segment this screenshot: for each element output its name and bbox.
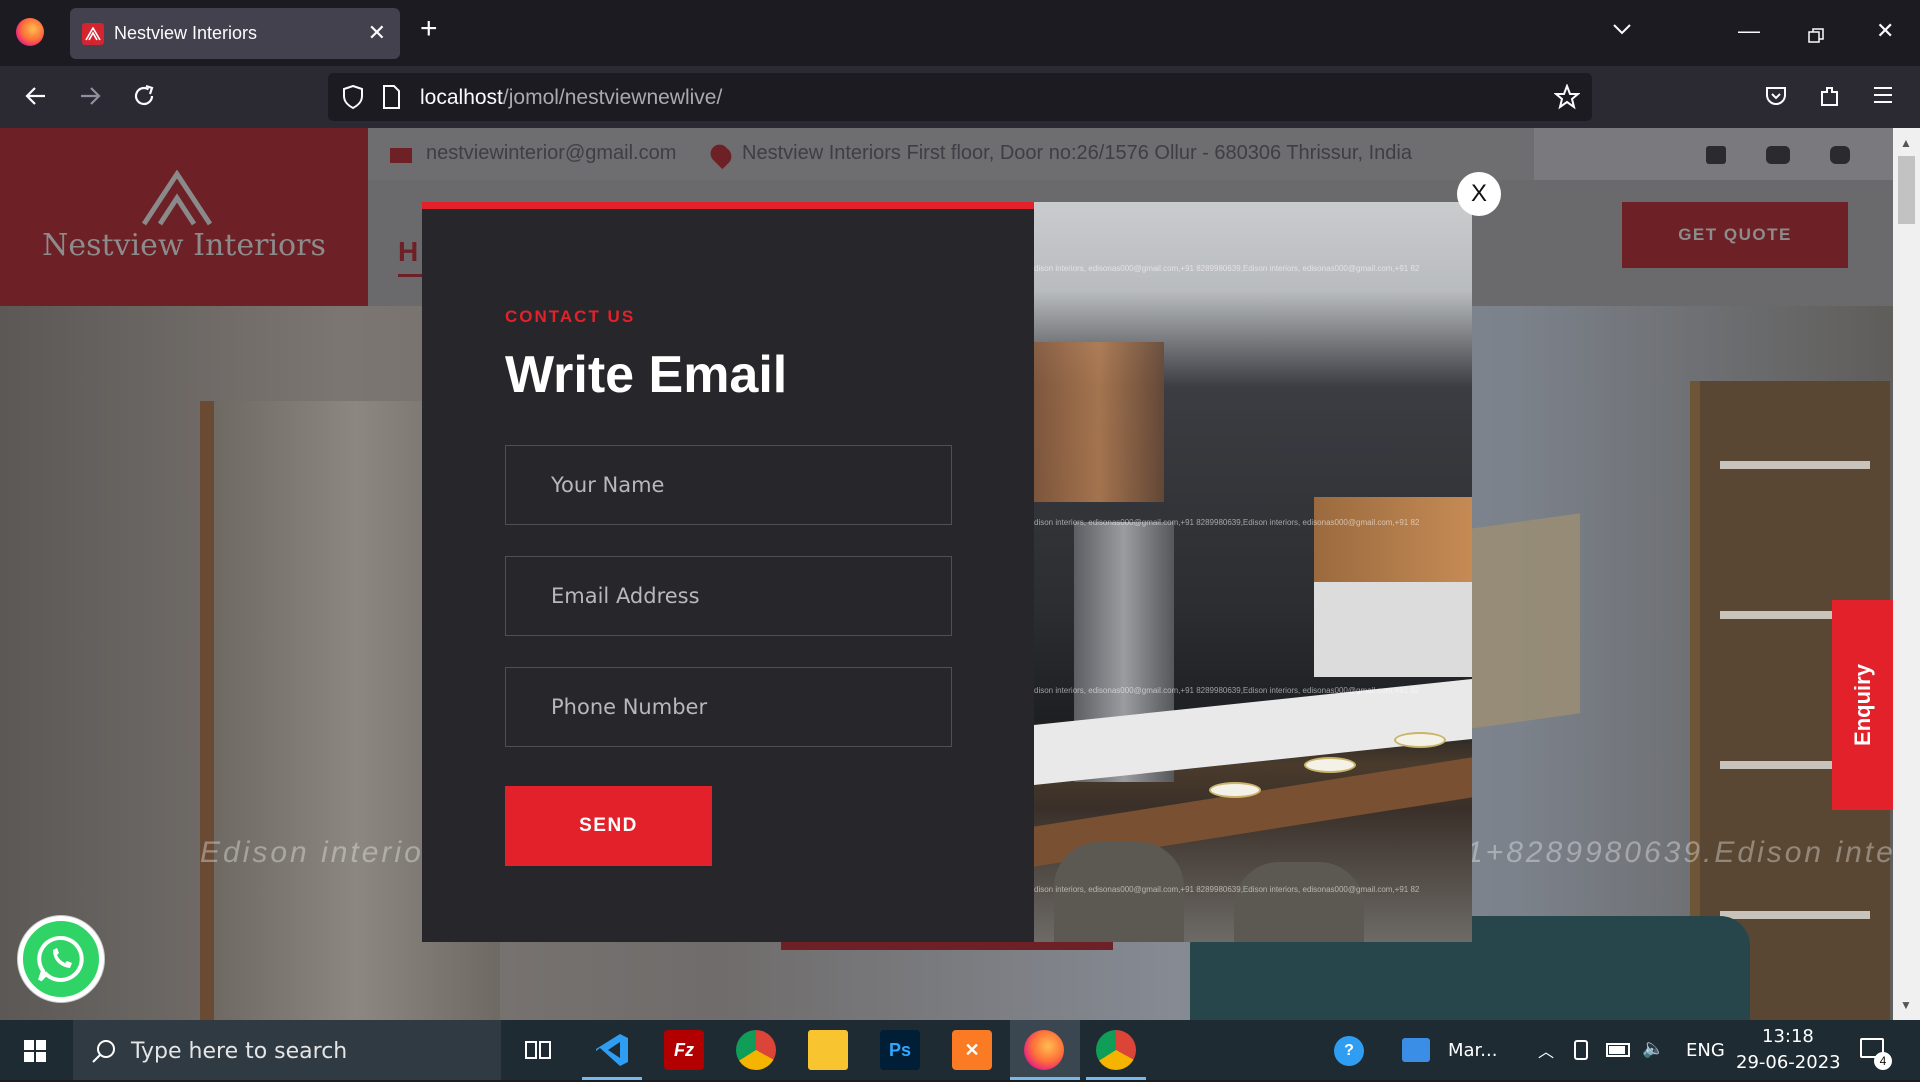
meet-now-icon[interactable] — [1574, 1040, 1588, 1060]
whatsapp-chat-button[interactable] — [18, 916, 104, 1002]
scroll-up-icon[interactable]: ▲ — [1900, 136, 1912, 150]
reload-icon[interactable] — [132, 84, 156, 113]
photo-watermark: dison interiors, edisonas000@gmail.com,+… — [1034, 885, 1420, 894]
page-scrollbar[interactable]: ▲ ▼ — [1893, 128, 1920, 1020]
app-menu-icon[interactable] — [1872, 84, 1894, 111]
photo-watermark: dison interiors, edisonas000@gmail.com,+… — [1034, 518, 1420, 527]
forward-icon[interactable] — [78, 84, 102, 113]
nav-home-link[interactable]: H — [398, 236, 418, 268]
photo-plate — [1394, 732, 1446, 748]
tab-close-icon[interactable]: ✕ — [368, 20, 386, 46]
site-logo[interactable]: Nestview Interiors — [0, 128, 368, 306]
enquiry-label: Enquiry — [1849, 664, 1875, 746]
instagram-icon[interactable] — [1830, 146, 1850, 164]
logo-text: Nestview Interiors — [42, 228, 326, 263]
firefox-icon[interactable] — [16, 18, 44, 46]
hero-watermark-right: 1+8289980639.Edison interiors.ed — [1466, 836, 1893, 869]
email-field[interactable] — [505, 556, 952, 636]
pocket-icon[interactable] — [1764, 84, 1788, 113]
browser-nav-bar: localhost/jomol/nestviewnewlive/ — [0, 66, 1920, 128]
photo-watermark: dison interiors, edisonas000@gmail.com,+… — [1034, 686, 1420, 695]
photo-wood-cabinet — [1314, 497, 1472, 582]
chrome-icon[interactable] — [736, 1030, 776, 1070]
windows-start-icon[interactable] — [24, 1040, 46, 1067]
page-info-icon[interactable] — [382, 85, 400, 114]
chrome-profile-icon[interactable] — [1096, 1030, 1136, 1070]
browser-tab-bar: Nestview Interiors ✕ + — ✕ — [0, 0, 1920, 66]
kitchen-photo: dison interiors, edisonas000@gmail.com,+… — [1034, 202, 1472, 942]
scrollbar-thumb[interactable] — [1898, 156, 1915, 224]
new-tab-icon[interactable]: + — [420, 14, 438, 44]
hero-wall-art — [1470, 513, 1580, 729]
extensions-icon[interactable] — [1818, 84, 1842, 113]
email-icon — [390, 148, 412, 163]
photo-watermark: dison interiors, edisonas000@gmail.com,+… — [1034, 264, 1420, 273]
get-quote-button[interactable]: GET QUOTE — [1622, 202, 1848, 268]
photo-plate — [1304, 757, 1356, 773]
facebook-icon[interactable] — [1706, 146, 1726, 164]
search-icon — [92, 1040, 115, 1063]
firefox-taskbar-icon[interactable] — [1024, 1030, 1064, 1070]
help-icon[interactable]: ? — [1334, 1036, 1364, 1066]
bookmark-star-icon[interactable] — [1553, 83, 1581, 115]
contact-eyebrow: CONTACT US — [505, 307, 636, 326]
close-window-icon[interactable]: ✕ — [1876, 18, 1894, 44]
enquiry-tab-button[interactable]: Enquiry — [1832, 600, 1893, 810]
restore-icon[interactable] — [1808, 24, 1824, 50]
url-bar[interactable]: localhost/jomol/nestviewnewlive/ — [328, 73, 1592, 121]
url-text[interactable]: localhost/jomol/nestviewnewlive/ — [420, 86, 722, 110]
contact-modal: CONTACT US Write Email SEND dison interi… — [422, 202, 1472, 942]
show-hidden-icons-icon[interactable]: ︿ — [1538, 1038, 1554, 1062]
contact-address: Nestview Interiors First floor, Door no:… — [742, 142, 1412, 164]
browser-tab-active[interactable]: Nestview Interiors ✕ — [70, 8, 400, 59]
send-button[interactable]: SEND — [505, 786, 712, 866]
tab-title: Nestview Interiors — [114, 23, 258, 43]
photoshop-icon[interactable]: Ps — [880, 1030, 920, 1070]
contact-email[interactable]: nestviewinterior@gmail.com — [426, 142, 676, 165]
taskbar-search-placeholder: Type here to search — [131, 1039, 348, 1064]
contact-top-bar: nestviewinterior@gmail.com Nestview Inte… — [368, 128, 1534, 180]
modal-close-button[interactable]: X — [1457, 172, 1501, 216]
logo-mark-icon — [141, 170, 213, 226]
battery-icon[interactable] — [1606, 1043, 1630, 1057]
location-pin-icon — [706, 140, 736, 170]
list-all-tabs-icon[interactable] — [1612, 22, 1632, 40]
name-field[interactable] — [505, 445, 952, 525]
filezilla-icon[interactable]: Fz — [664, 1030, 704, 1070]
vscode-icon[interactable] — [592, 1030, 632, 1070]
volume-icon[interactable]: 🔈 — [1642, 1038, 1664, 1059]
youtube-icon[interactable] — [1766, 146, 1790, 164]
photo-glass-cabinet — [1034, 342, 1164, 502]
phone-field[interactable] — [505, 667, 952, 747]
scroll-down-icon[interactable]: ▼ — [1900, 998, 1912, 1012]
language-indicator[interactable]: ENG — [1686, 1040, 1725, 1061]
minimize-icon[interactable]: — — [1738, 18, 1760, 44]
weather-widget-icon[interactable] — [1402, 1038, 1430, 1062]
photo-backsplash — [1314, 582, 1472, 677]
site-favicon-icon — [82, 23, 104, 45]
windows-taskbar: Type here to search Fz Ps ✕ ? Mar... ︿ 🔈… — [0, 1020, 1920, 1080]
clock-time[interactable]: 13:18 — [1762, 1026, 1814, 1047]
whatsapp-icon — [37, 935, 84, 982]
notification-badge: 4 — [1874, 1052, 1892, 1070]
photo-chair — [1234, 862, 1364, 942]
taskbar-search-box[interactable]: Type here to search — [73, 1020, 501, 1080]
weather-widget-label[interactable]: Mar... — [1448, 1040, 1497, 1061]
file-explorer-icon[interactable] — [808, 1030, 848, 1070]
modal-title: Write Email — [505, 346, 788, 404]
photo-plate — [1209, 782, 1261, 798]
task-view-icon[interactable] — [518, 1030, 558, 1070]
clock-date[interactable]: 29-06-2023 — [1736, 1052, 1841, 1073]
contact-form-panel: CONTACT US Write Email SEND — [422, 202, 1034, 942]
tracking-protection-shield-icon[interactable] — [342, 84, 364, 114]
back-icon[interactable] — [24, 84, 48, 113]
xampp-icon[interactable]: ✕ — [952, 1030, 992, 1070]
